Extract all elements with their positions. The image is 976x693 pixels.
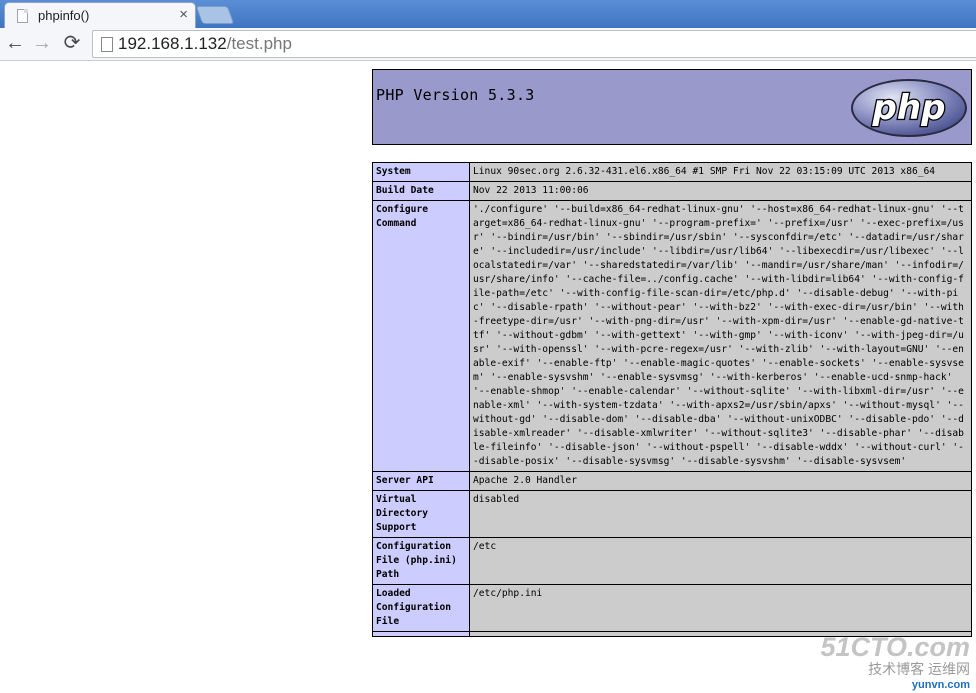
url-host: 192.168.1.132 [118,34,227,53]
row-value: './configure' '--build=x86_64-redhat-lin… [469,200,972,472]
row-key [372,631,470,637]
row-key: Configuration File (php.ini) Path [372,537,470,585]
watermark: 51CTO.com 技术博客 运维网 yunvn.com [820,632,970,691]
forward-arrow-icon[interactable]: → [30,31,54,55]
row-value: disabled [469,490,972,538]
new-tab-button[interactable] [195,6,235,24]
php-logo-text: php [872,88,946,128]
row-value: /etc [469,537,972,585]
address-bar[interactable]: 192.168.1.132/test.php [92,30,976,58]
row-key: Virtual Directory Support [372,490,470,538]
table-row: Virtual Directory Support disabled [372,490,972,538]
phpinfo-table: System Linux 90sec.org 2.6.32-431.el6.x86… [372,162,972,637]
row-value: /etc/php.ini [469,584,972,632]
row-key: System [372,162,470,182]
row-key: Build Date [372,181,470,201]
table-row: System Linux 90sec.org 2.6.32-431.el6.x86… [372,162,972,182]
table-row: Build Date Nov 22 2013 11:00:06 [372,181,972,201]
tab-close-icon[interactable]: × [179,6,188,23]
row-key: Configure Command [372,200,470,472]
browser-toolbar: ← → ⟳ 192.168.1.132/test.php [0,28,976,61]
back-arrow-icon[interactable]: ← [3,31,27,55]
php-logo-icon[interactable]: php [849,78,969,138]
address-url[interactable]: 192.168.1.132/test.php [118,34,292,54]
reload-icon[interactable]: ⟳ [60,31,84,55]
tab-title: phpinfo() [38,8,90,23]
watermark-line-3: yunvn.com [911,679,970,691]
page-favicon-icon [17,9,28,23]
tab-strip: phpinfo() × [0,0,976,29]
table-row: Server API Apache 2.0 Handler [372,471,972,491]
row-key: Loaded Configuration File [372,584,470,632]
url-path: /test.php [226,34,292,53]
browser-tab[interactable]: phpinfo() × [4,2,196,29]
php-version-title: PHP Version 5.3.3 [376,86,535,104]
table-row: Configure Command './configure' '--build=… [372,200,972,472]
table-row: Configuration File (php.ini) Path/etc [372,537,972,585]
php-version-header: PHP Version 5.3.3 php [372,69,972,145]
row-key: Server API [372,471,470,491]
page-icon [101,37,113,52]
table-row: Loaded Configuration File/etc/php.ini [372,584,972,632]
row-value: Linux 90sec.org 2.6.32-431.el6.x86_64 #1… [469,162,972,182]
row-value: Apache 2.0 Handler [469,471,972,491]
row-value: Nov 22 2013 11:00:06 [469,181,972,201]
